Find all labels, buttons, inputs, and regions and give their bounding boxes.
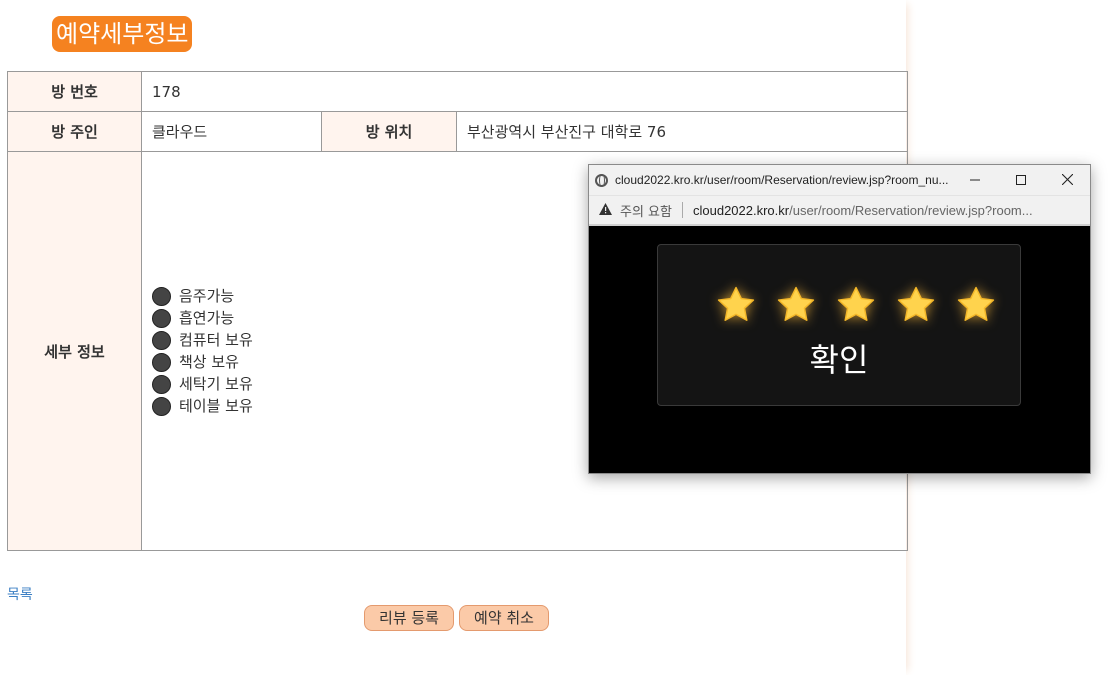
confirm-button[interactable]: 확인 xyxy=(658,335,1020,381)
feature-label: 흡연가능 xyxy=(179,309,235,327)
feature-label: 음주가능 xyxy=(179,287,235,305)
feature-label: 컴퓨터 보유 xyxy=(179,331,253,349)
minimize-icon[interactable] xyxy=(952,165,998,195)
star-icon[interactable] xyxy=(894,283,938,327)
bullet-icon xyxy=(152,330,171,350)
review-popup-window: cloud2022.kro.kr/user/room/Reservation/r… xyxy=(588,164,1091,474)
review-rating-panel: 확인 xyxy=(657,244,1021,406)
maximize-icon[interactable] xyxy=(998,165,1044,195)
feature-label: 테이블 보유 xyxy=(179,397,253,415)
star-icon[interactable] xyxy=(954,283,998,327)
star-rating xyxy=(714,283,1014,327)
owner-label: 방 주인 xyxy=(7,111,142,152)
feature-label: 세탁기 보유 xyxy=(179,375,253,393)
location-value: 부산광역시 부산진구 대학로 76 xyxy=(456,111,908,152)
divider xyxy=(681,202,683,218)
address-bar[interactable]: 주의 요함 cloud2022.kro.kr /user/room/Reserv… xyxy=(589,195,1090,226)
room-number-label: 방 번호 xyxy=(7,71,142,112)
warning-icon xyxy=(599,202,612,218)
popup-title: cloud2022.kro.kr/user/room/Reservation/r… xyxy=(615,173,949,187)
page-title: 예약세부정보 xyxy=(52,16,193,52)
room-number-value: 178 xyxy=(141,71,908,112)
star-icon[interactable] xyxy=(714,283,758,327)
bullet-icon xyxy=(152,352,171,372)
list-link[interactable]: 목록 xyxy=(7,584,33,604)
url-host: cloud2022.kro.kr xyxy=(692,202,790,218)
owner-value: 클라우드 xyxy=(141,111,322,152)
table-row: 방 주인 클라우드 방 위치 부산광역시 부산진구 대학로 76 xyxy=(7,111,908,152)
bullet-icon xyxy=(152,308,171,328)
close-icon[interactable] xyxy=(1044,165,1090,195)
globe-icon xyxy=(595,173,608,187)
feature-label: 책상 보유 xyxy=(179,353,239,371)
bullet-icon xyxy=(152,286,171,306)
table-row: 방 번호 178 xyxy=(7,71,908,112)
security-warning-label: 주의 요함 xyxy=(620,204,672,220)
url-path: /user/room/Reservation/review.jsp?room..… xyxy=(789,202,1033,218)
review-register-button[interactable]: 리뷰 등록 xyxy=(364,605,454,631)
popup-titlebar: cloud2022.kro.kr/user/room/Reservation/r… xyxy=(589,165,1090,195)
bullet-icon xyxy=(152,374,171,394)
location-label: 방 위치 xyxy=(321,111,457,152)
reservation-cancel-button[interactable]: 예약 취소 xyxy=(459,605,549,631)
star-icon[interactable] xyxy=(774,283,818,327)
bullet-icon xyxy=(152,396,171,416)
star-icon[interactable] xyxy=(834,283,878,327)
details-label: 세부 정보 xyxy=(7,151,142,551)
